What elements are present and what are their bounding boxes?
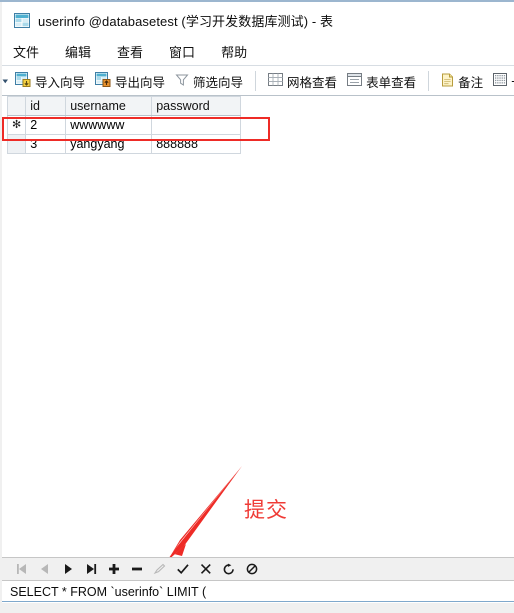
import-wizard-icon [15, 72, 31, 90]
form-view-label: 表单查看 [366, 75, 417, 90]
cell-password-selected[interactable]: 666666 [151, 115, 242, 135]
header-username[interactable]: username [65, 96, 153, 116]
row-marker-editing[interactable]: ✻ [6, 115, 27, 135]
table-row[interactable]: 3 yangyang 888888 [6, 134, 242, 154]
window-title: userinfo @databasetest (学习开发数据库测试) - 表 [38, 13, 334, 29]
cell-username[interactable]: wwwwww [65, 115, 153, 135]
export-wizard-button[interactable]: 导出向导 [90, 69, 170, 93]
cancel-changes-button[interactable] [196, 559, 216, 579]
toolbar: 导入向导 导出向导 筛选向导 网格查看 表单查看 备注 [2, 67, 514, 95]
grid-view-icon [268, 73, 284, 89]
status-bar: SELECT * FROM `userinfo` LIMIT ( [2, 582, 514, 602]
memo-label: 备注 [458, 75, 484, 90]
form-view-button[interactable]: 表单查看 [342, 69, 421, 93]
header-password[interactable]: password [151, 96, 242, 116]
menu-bar-divider [2, 65, 514, 66]
annotation-label: 提交 [244, 498, 288, 522]
form-view-icon [347, 73, 363, 89]
menu-help[interactable]: 帮助 [221, 42, 247, 61]
filter-wizard-button[interactable]: 筛选向导 [170, 69, 248, 93]
refresh-button[interactable] [219, 559, 239, 579]
menu-file[interactable]: 文件 [13, 42, 39, 61]
cell-id[interactable]: 2 [25, 115, 67, 135]
apply-changes-button[interactable] [173, 559, 193, 579]
memo-button[interactable]: 备注 [436, 69, 488, 93]
import-wizard-button[interactable]: 导入向导 [10, 69, 90, 93]
grid-view-label: 网格查看 [287, 75, 338, 90]
data-grid[interactable]: id username password ✻ 2 wwwwww 666666 3… [6, 96, 242, 154]
add-record-button[interactable] [104, 559, 124, 579]
prev-record-button[interactable] [35, 559, 55, 579]
hex-icon [493, 73, 508, 89]
next-record-button[interactable] [58, 559, 78, 579]
cell-password[interactable]: 888888 [151, 134, 242, 154]
window-top-border [0, 0, 514, 2]
cell-id[interactable]: 3 [25, 134, 67, 154]
stop-button[interactable] [242, 559, 262, 579]
edit-record-button[interactable] [150, 559, 170, 579]
window-bottom-filler [2, 603, 514, 613]
export-wizard-icon [95, 72, 111, 90]
menu-edit[interactable]: 编辑 [65, 42, 91, 61]
table-row[interactable]: ✻ 2 wwwwww 666666 [6, 115, 242, 135]
cell-username[interactable]: yangyang [65, 134, 153, 154]
menu-view[interactable]: 查看 [117, 42, 143, 61]
status-sql-text: SELECT * FROM `userinfo` LIMIT ( [10, 584, 207, 599]
memo-icon [441, 73, 454, 90]
table-icon [14, 12, 30, 28]
toolbar-overflow-chevron-down-icon[interactable] [2, 78, 10, 85]
row-marker[interactable] [6, 134, 27, 154]
filter-wizard-icon [175, 73, 189, 90]
delete-record-button[interactable] [127, 559, 147, 579]
application-window: userinfo @databasetest (学习开发数据库测试) - 表 文… [0, 0, 514, 613]
grid-view-button[interactable]: 网格查看 [263, 69, 342, 93]
title-bar: userinfo @databasetest (学习开发数据库测试) - 表 [2, 4, 514, 36]
header-id[interactable]: id [25, 96, 67, 116]
menu-bar: 文件 编辑 查看 窗口 帮助 [2, 38, 514, 65]
filter-wizard-label: 筛选向导 [193, 75, 244, 90]
table-header-row: id username password [6, 96, 242, 116]
toolbar-separator-1 [255, 71, 257, 91]
export-wizard-label: 导出向导 [115, 75, 166, 90]
header-row-marker [6, 96, 27, 116]
import-wizard-label: 导入向导 [35, 75, 86, 90]
menu-window[interactable]: 窗口 [169, 42, 195, 61]
data-grid-area[interactable]: id username password ✻ 2 wwwwww 666666 3… [2, 96, 514, 556]
last-record-button[interactable] [81, 559, 101, 579]
hex-button[interactable]: 十六 [488, 69, 514, 93]
first-record-button[interactable] [12, 559, 32, 579]
record-navigator-bar [2, 557, 514, 581]
toolbar-separator-2 [428, 71, 430, 91]
